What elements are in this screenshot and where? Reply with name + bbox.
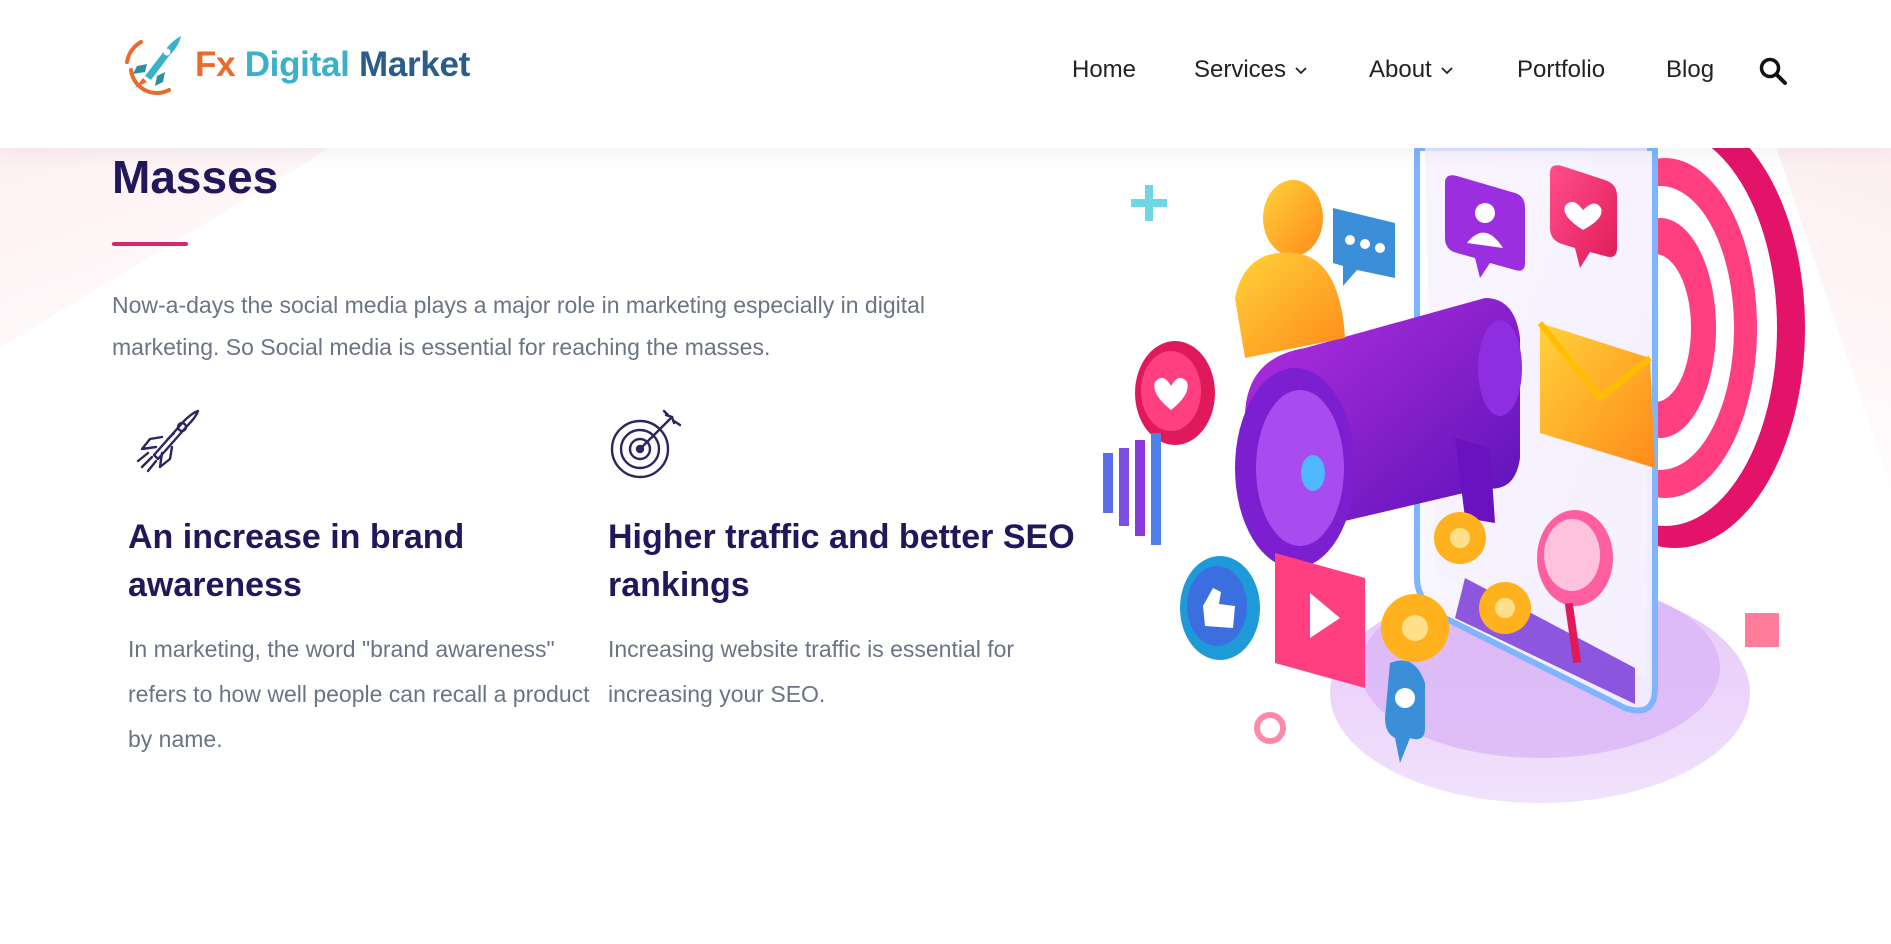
feature-card-brand-awareness: An increase in brand awareness In market…	[128, 405, 598, 762]
target-icon	[610, 409, 682, 479]
chevron-down-icon	[1295, 67, 1307, 75]
site-header: Fx Digital Market Home Services About Po…	[0, 0, 1891, 148]
user-avatar-icon	[1235, 180, 1345, 358]
logo-word-digital: Digital	[244, 45, 350, 84]
section-title: Masses	[112, 151, 279, 203]
site-logo[interactable]: Fx Digital Market	[117, 30, 470, 100]
nav-home-link[interactable]: Home	[1072, 56, 1136, 84]
social-media-marketing-illustration	[1103, 148, 1805, 803]
nav-services-link[interactable]: Services	[1194, 56, 1308, 84]
feature-title: An increase in brand awareness	[128, 518, 465, 604]
nav-services-label: Services	[1194, 56, 1287, 83]
feature-description: In marketing, the word "brand awareness"…	[128, 636, 590, 752]
plus-decoration	[1131, 185, 1167, 221]
nav-about-label: About	[1369, 56, 1432, 83]
heart-circle-icon	[1135, 341, 1215, 445]
video-play-icon	[1275, 553, 1365, 688]
ring-decoration	[1254, 712, 1286, 744]
nav-home-label: Home	[1072, 56, 1137, 83]
logo-word-fx: Fx	[195, 45, 236, 84]
feature-card-seo-rankings: Higher traffic and better SEO rankings I…	[608, 405, 1078, 717]
intro-paragraph: Now-a-days the social media plays a majo…	[112, 292, 926, 360]
nav-about-link[interactable]: About	[1369, 56, 1454, 84]
rocket-logo-icon	[125, 36, 181, 96]
nav-blog-label: Blog	[1666, 56, 1715, 83]
thumbs-up-icon	[1180, 556, 1260, 660]
search-icon[interactable]	[1758, 56, 1788, 86]
chevron-down-icon	[1441, 67, 1453, 75]
feature-title: Higher traffic and better SEO rankings	[608, 518, 1075, 604]
nav-blog-link[interactable]: Blog	[1666, 56, 1714, 84]
logo-word-market: Market	[358, 45, 471, 84]
rocket-icon	[136, 409, 200, 473]
feature-description: Increasing website traffic is essential …	[608, 636, 1015, 707]
bar-chart-decoration	[1103, 433, 1161, 545]
logo-wordmark: Fx Digital Market	[195, 45, 470, 85]
title-divider	[112, 242, 188, 246]
chat-bubble-icon	[1333, 208, 1395, 286]
square-decoration	[1745, 613, 1779, 647]
nav-portfolio-label: Portfolio	[1517, 56, 1606, 83]
nav-portfolio-link[interactable]: Portfolio	[1517, 56, 1605, 84]
